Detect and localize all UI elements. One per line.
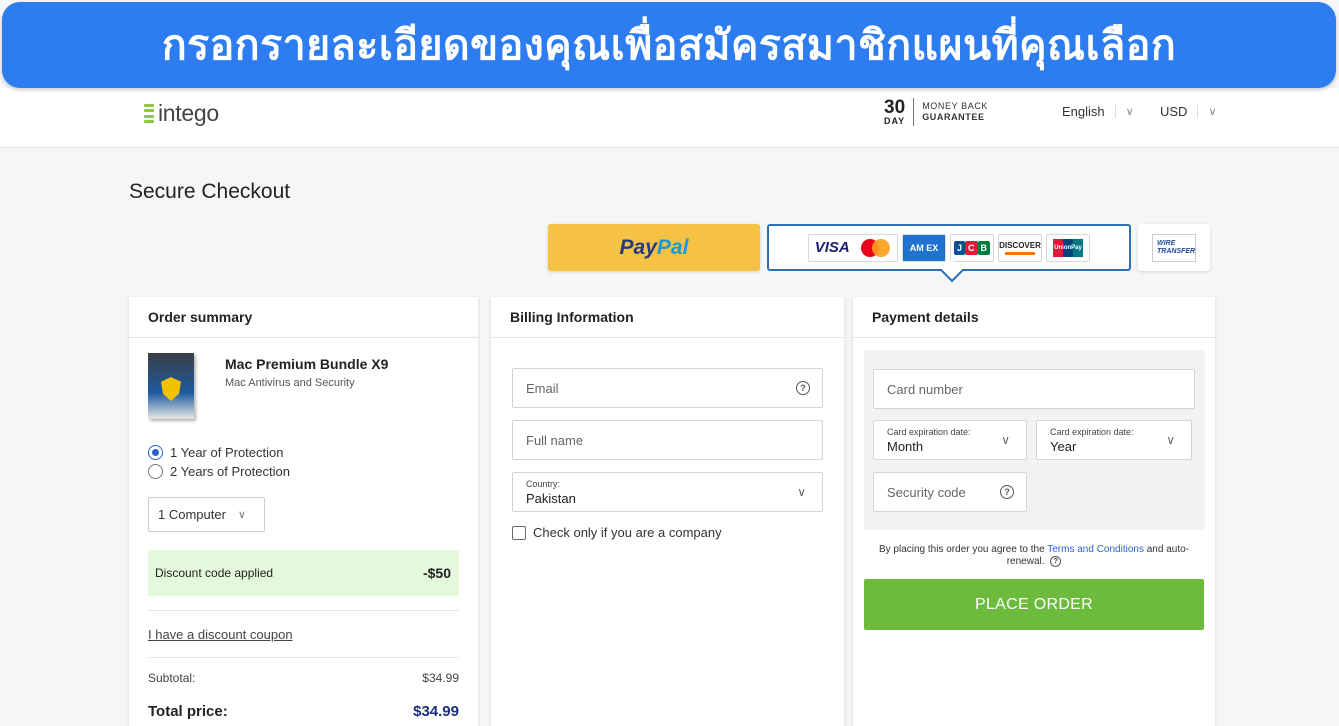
shield-icon bbox=[161, 377, 181, 401]
card-number-field[interactable]: Card number bbox=[873, 369, 1195, 409]
guarantee-unit: DAY bbox=[884, 116, 906, 126]
help-icon[interactable]: ? bbox=[796, 381, 810, 395]
company-checkbox[interactable] bbox=[512, 525, 526, 540]
product-name: Mac Premium Bundle X9 bbox=[225, 356, 389, 372]
wire-transfer-tab[interactable]: WIRE TRANSFER bbox=[1138, 224, 1210, 271]
wire-transfer-icon: WIRE TRANSFER bbox=[1152, 233, 1196, 262]
discount-amount: -$50 bbox=[422, 565, 451, 581]
expiration-year-value: Year bbox=[1050, 438, 1077, 454]
payment-details-panel: Payment details Card number Card expirat… bbox=[853, 297, 1215, 726]
expiration-month-value: Month bbox=[887, 438, 924, 454]
card-number-placeholder: Card number bbox=[887, 381, 963, 397]
order-summary-heading: Order summary bbox=[129, 297, 478, 338]
visa-mastercard-logos: VISA bbox=[808, 233, 898, 262]
radio-button[interactable] bbox=[148, 464, 163, 479]
language-selector[interactable]: English ∨ bbox=[1062, 104, 1134, 119]
guarantee-days: 30 bbox=[884, 97, 906, 118]
plan-option-2-years[interactable]: 2 Years of Protection bbox=[148, 464, 290, 479]
expiration-month-select[interactable]: Card expiration date: Month ∨ bbox=[873, 420, 1027, 460]
visa-icon: VISA bbox=[814, 239, 850, 256]
email-placeholder: Email bbox=[526, 380, 559, 396]
paypal-logo-part1: Pay bbox=[619, 235, 657, 259]
country-label: Country: bbox=[526, 478, 561, 489]
billing-panel: Billing Information Email ? Full name Co… bbox=[491, 297, 844, 726]
total-value: $34.99 bbox=[413, 703, 459, 720]
security-code-placeholder: Security code bbox=[887, 484, 966, 500]
expiration-label: Card expiration date: bbox=[1050, 426, 1134, 437]
language-value: English bbox=[1062, 104, 1105, 119]
paypal-logo-part2: Pal bbox=[656, 235, 689, 259]
chevron-down-icon: ∨ bbox=[1166, 433, 1175, 447]
banner-text: กรอกรายละเอียดของคุณเพื่อสมัครสมาชิกแผนท… bbox=[161, 20, 1177, 69]
order-summary-panel: Order summary Mac Premium Bundle X9 Mac … bbox=[129, 297, 478, 726]
total-label: Total price: bbox=[148, 703, 228, 720]
amex-icon: AM EX bbox=[902, 233, 946, 262]
subtotal-label: Subtotal: bbox=[148, 671, 196, 685]
expiration-label: Card expiration date: bbox=[887, 426, 971, 437]
product-subtitle: Mac Antivirus and Security bbox=[225, 377, 355, 389]
subtotal-value: $34.99 bbox=[422, 671, 459, 685]
discover-text: DISCOVER bbox=[999, 240, 1041, 250]
money-back-guarantee: 30 DAY MONEY BACK GUARANTEE bbox=[884, 98, 988, 126]
jcb-icon: JCB bbox=[950, 233, 994, 262]
radio-button-checked[interactable] bbox=[148, 445, 163, 460]
country-value: Pakistan bbox=[526, 490, 576, 506]
paypal-button[interactable]: Pay Pal bbox=[548, 224, 760, 271]
guarantee-line2: GUARANTEE bbox=[922, 112, 985, 122]
discount-applied-box: Discount code applied -$50 bbox=[148, 550, 459, 596]
unionpay-icon: UnionPay bbox=[1046, 233, 1090, 262]
computer-count-select[interactable]: 1 Computer ∨ bbox=[148, 497, 265, 532]
site-header: intego 30 DAY MONEY BACK GUARANTEE Engli… bbox=[0, 88, 1339, 148]
mastercard-icon bbox=[861, 238, 891, 257]
discount-coupon-link[interactable]: I have a discount coupon bbox=[148, 627, 293, 642]
credit-card-tab[interactable]: VISA AM EX JCB DISCOVER UnionPay bbox=[767, 224, 1131, 271]
full-name-field[interactable]: Full name bbox=[512, 420, 823, 460]
chevron-down-icon: ∨ bbox=[1001, 433, 1010, 447]
terms-notice: By placing this order you agree to the T… bbox=[878, 544, 1190, 568]
card-form-area: Card number Card expiration date: Month … bbox=[864, 350, 1205, 530]
intego-logo[interactable]: intego bbox=[144, 100, 219, 127]
payment-details-heading: Payment details bbox=[853, 297, 1215, 338]
terms-link[interactable]: Terms and Conditions bbox=[1047, 544, 1144, 555]
product-box-image bbox=[148, 353, 194, 419]
security-code-field[interactable]: Security code ? bbox=[873, 472, 1027, 512]
billing-heading: Billing Information bbox=[491, 297, 844, 338]
instruction-banner: กรอกรายละเอียดของคุณเพื่อสมัครสมาชิกแผนท… bbox=[2, 2, 1336, 88]
discount-label: Discount code applied bbox=[155, 566, 274, 580]
discover-icon: DISCOVER bbox=[998, 233, 1042, 262]
logo-mark-icon bbox=[144, 103, 154, 124]
plan-option-1-year[interactable]: 1 Year of Protection bbox=[148, 445, 283, 460]
full-name-placeholder: Full name bbox=[526, 432, 584, 448]
chevron-down-icon: ∨ bbox=[1114, 105, 1134, 118]
place-order-button[interactable]: PLACE ORDER bbox=[864, 579, 1204, 630]
currency-value: USD bbox=[1160, 104, 1188, 119]
chevron-down-icon: ∨ bbox=[797, 485, 806, 499]
total-row: Total price: $34.99 bbox=[148, 703, 459, 720]
chevron-down-icon: ∨ bbox=[1197, 105, 1217, 118]
page-title: Secure Checkout bbox=[129, 180, 291, 203]
plan-option-label: 2 Years of Protection bbox=[170, 464, 290, 479]
computer-count-value: 1 Computer bbox=[158, 507, 226, 522]
plan-option-label: 1 Year of Protection bbox=[170, 445, 284, 460]
subtotal-row: Subtotal: $34.99 bbox=[148, 671, 459, 685]
divider bbox=[148, 610, 459, 611]
guarantee-line1: MONEY BACK bbox=[922, 101, 989, 111]
email-field[interactable]: Email ? bbox=[512, 368, 823, 408]
currency-selector[interactable]: USD ∨ bbox=[1160, 104, 1217, 119]
chevron-down-icon: ∨ bbox=[237, 509, 246, 521]
country-select[interactable]: Country: Pakistan ∨ bbox=[512, 472, 823, 512]
expiration-year-select[interactable]: Card expiration date: Year ∨ bbox=[1036, 420, 1192, 460]
company-checkbox-row[interactable]: Check only if you are a company bbox=[512, 525, 722, 540]
help-icon[interactable]: ? bbox=[1000, 485, 1014, 499]
help-icon[interactable]: ? bbox=[1050, 556, 1062, 567]
divider bbox=[148, 657, 459, 658]
logo-text: intego bbox=[158, 100, 219, 126]
company-checkbox-label: Check only if you are a company bbox=[533, 525, 722, 540]
